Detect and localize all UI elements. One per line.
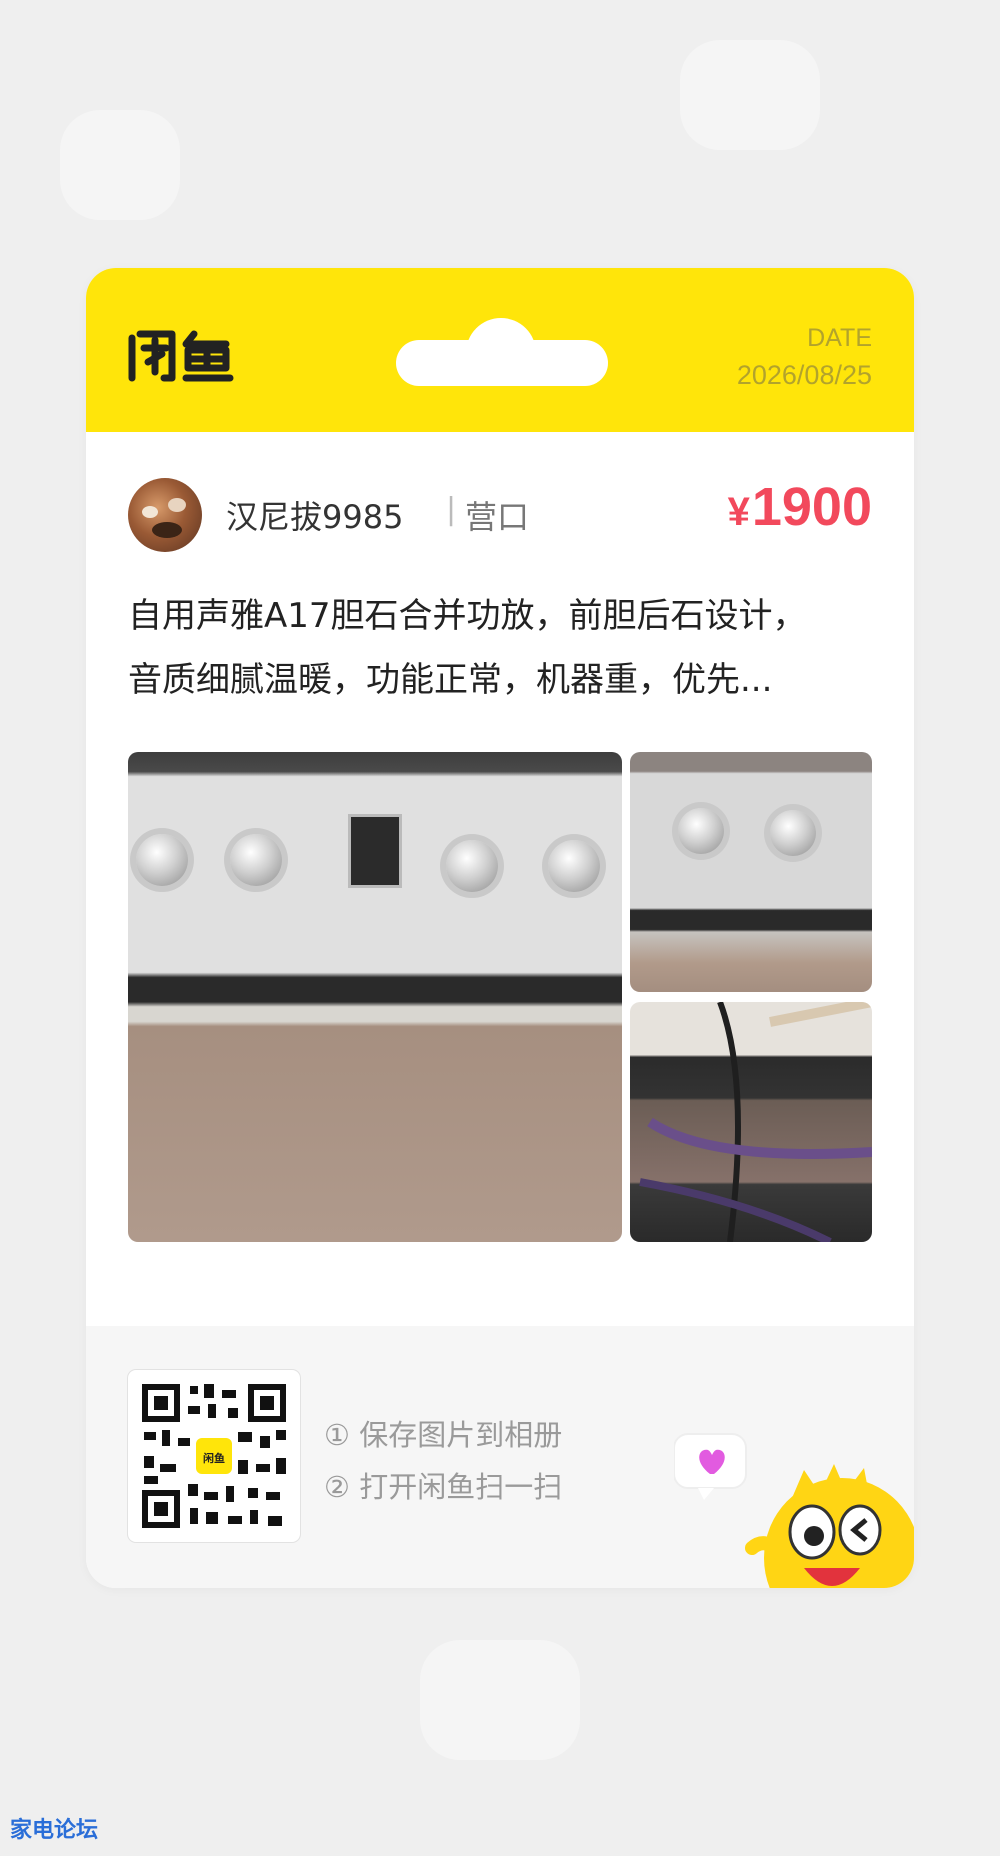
xianyu-logo-icon <box>128 330 234 382</box>
item-photo-main[interactable] <box>128 752 622 1242</box>
price-amount: 1900 <box>751 477 872 537</box>
mascot-icon <box>674 1433 914 1588</box>
share-card: DATE 2026/08/25 汉尼拔9985 | 营口 ¥1900 自用声雅A… <box>86 268 914 1588</box>
forum-watermark: 家电论坛 <box>10 1818 99 1843</box>
tube-window <box>348 814 402 888</box>
instruction-step-1: ① 保存图片到相册 <box>324 1418 563 1452</box>
background-decoration <box>60 110 180 220</box>
header-notch-pill <box>396 340 608 386</box>
description-line-1: 自用声雅A17胆石合并功放，前胆后石设计， <box>128 596 807 636</box>
item-photo-2[interactable] <box>630 752 872 992</box>
seller-name[interactable]: 汉尼拔9985 <box>226 492 403 538</box>
qr-center-label: 闲鱼 <box>203 1452 225 1465</box>
date-value: 2026/08/25 <box>736 360 872 390</box>
qr-code-icon[interactable]: 闲鱼 <box>128 1370 300 1542</box>
instruction-step-2: ② 打开闲鱼扫一扫 <box>324 1470 563 1504</box>
heart-bubble-icon <box>674 1433 747 1500</box>
item-description[interactable]: 自用声雅A17胆石合并功放，前胆后石设计， 音质细腻温暖，功能正常，机器重，优先… <box>128 584 872 712</box>
background-decoration <box>420 1640 580 1760</box>
date-label: DATE <box>807 324 872 352</box>
seller-location: 营口 <box>465 498 530 536</box>
seller-separator: | <box>446 492 457 527</box>
avatar[interactable] <box>128 478 202 552</box>
price: ¥1900 <box>728 476 872 538</box>
card-header: DATE 2026/08/25 <box>86 268 914 432</box>
background-decoration <box>680 40 820 150</box>
price-currency: ¥ <box>727 490 750 534</box>
description-line-2: 音质细腻温暖，功能正常，机器重，优先... <box>128 660 773 700</box>
item-photo-3[interactable] <box>630 1002 872 1242</box>
